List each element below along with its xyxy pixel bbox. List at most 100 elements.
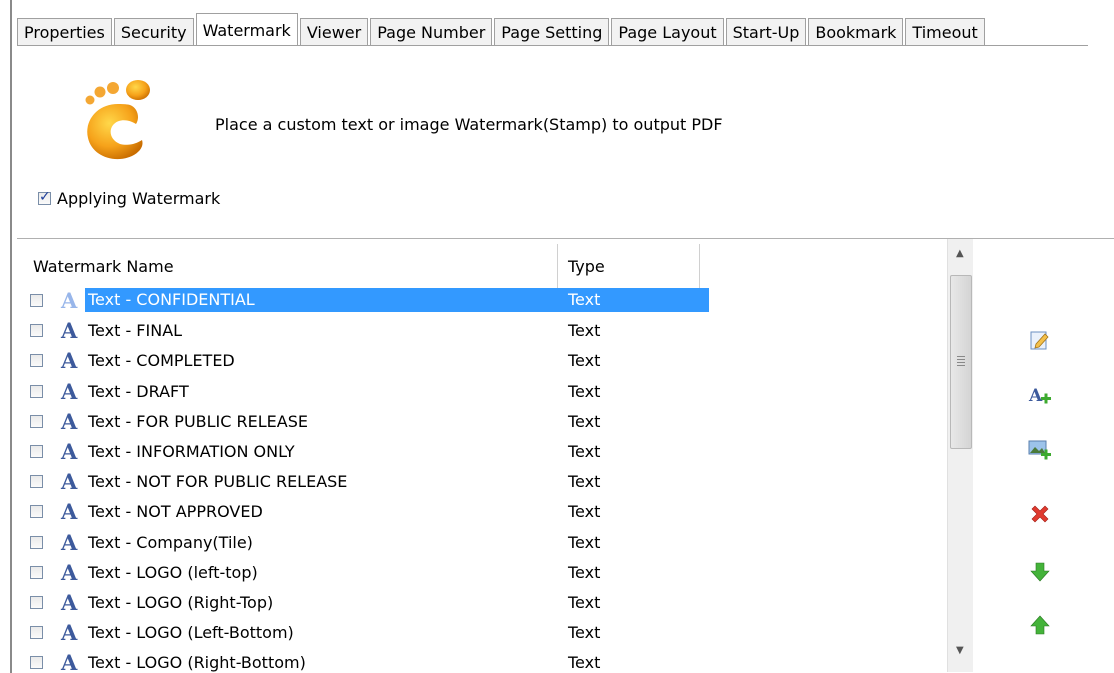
watermark-name: Text - LOGO (left-top): [88, 562, 258, 582]
window-left-border: [10, 0, 12, 673]
list-item[interactable]: A Text - LOGO (Right-Bottom) Text: [17, 648, 947, 673]
add-image-watermark-button[interactable]: [1028, 438, 1052, 462]
text-watermark-icon: A: [61, 590, 78, 615]
text-watermark-icon: A: [61, 288, 78, 313]
delete-watermark-button[interactable]: [1028, 503, 1052, 527]
applying-watermark-label: Applying Watermark: [57, 189, 221, 208]
row-checkbox[interactable]: [30, 565, 43, 579]
move-up-icon: [1030, 615, 1050, 635]
watermark-type: Text: [568, 502, 601, 522]
watermark-name: Text - FINAL: [88, 321, 183, 341]
list-item[interactable]: A Text - CONFIDENTIAL Text: [17, 286, 947, 316]
row-checkbox[interactable]: [30, 656, 43, 670]
watermark-name: Text - LOGO (Right-Top): [88, 593, 274, 612]
add-text-watermark-button[interactable]: A: [1028, 384, 1052, 408]
column-header-type[interactable]: Type: [568, 257, 605, 276]
tab-page-layout[interactable]: Page Layout: [611, 18, 724, 46]
row-checkbox[interactable]: [30, 294, 43, 307]
list-item[interactable]: A Text - LOGO (left-top) Text: [17, 558, 947, 588]
watermark-type: Text: [568, 411, 601, 431]
tab-properties[interactable]: Properties: [17, 18, 112, 46]
text-watermark-icon: A: [61, 499, 78, 525]
row-checkbox[interactable]: [30, 445, 43, 458]
tab-label: Security: [120, 23, 187, 42]
grip-icon: [957, 356, 965, 366]
tab-label: Viewer: [306, 23, 362, 42]
tab-label: Page Setting: [501, 23, 603, 42]
scroll-up-arrow-icon[interactable]: ▲: [956, 248, 964, 259]
tab-label: Start-Up: [732, 23, 800, 42]
add-image-icon: [1028, 440, 1051, 460]
text-watermark-icon: A: [61, 559, 78, 585]
scroll-thumb[interactable]: [950, 275, 972, 449]
text-watermark-icon: A: [61, 318, 78, 344]
tab-label: Watermark: [202, 20, 291, 40]
watermark-name: Text - DRAFT: [88, 381, 189, 401]
list-item[interactable]: A Text - FOR PUBLIC RELEASE Text: [17, 407, 947, 437]
column-header-name[interactable]: Watermark Name: [33, 257, 174, 276]
column-separator[interactable]: [557, 244, 558, 292]
row-checkbox[interactable]: [30, 626, 43, 640]
list-item[interactable]: A Text - Company(Tile) Text: [17, 528, 947, 558]
move-up-button[interactable]: [1028, 613, 1052, 637]
list-item[interactable]: A Text - LOGO (Right-Top) Text: [17, 588, 947, 618]
move-down-button[interactable]: [1028, 560, 1052, 584]
list-item[interactable]: A Text - DRAFT Text: [17, 377, 947, 407]
tab-label: Timeout: [912, 23, 978, 42]
tab-page-setting[interactable]: Page Setting: [494, 18, 610, 46]
list-scrollbar[interactable]: ▲ ▼: [947, 239, 973, 672]
watermark-type: Text: [557, 288, 709, 312]
watermark-name: Text - FOR PUBLIC RELEASE: [88, 411, 308, 431]
watermark-name: Text - COMPLETED: [88, 351, 235, 371]
text-watermark-icon: A: [61, 469, 78, 495]
column-separator[interactable]: [699, 244, 700, 292]
list-item[interactable]: A Text - NOT FOR PUBLIC RELEASE Text: [17, 467, 947, 497]
tab-bookmark[interactable]: Bookmark: [808, 18, 904, 46]
row-checkbox[interactable]: [30, 535, 43, 549]
add-text-icon: A: [1028, 386, 1051, 406]
tab-start-up[interactable]: Start-Up: [725, 18, 807, 46]
tab-baseline: [17, 45, 1088, 46]
list-item[interactable]: A Text - COMPLETED Text: [17, 346, 947, 376]
row-checkbox[interactable]: [30, 414, 43, 428]
row-checkbox[interactable]: [30, 475, 43, 489]
text-watermark-icon: A: [61, 620, 78, 646]
watermark-name: Text - LOGO (Right-Bottom): [88, 653, 306, 673]
row-checkbox[interactable]: [30, 384, 43, 398]
svg-text:A: A: [1028, 386, 1043, 406]
tab-label: Bookmark: [815, 23, 897, 42]
tab-security[interactable]: Security: [113, 18, 194, 46]
row-checkbox[interactable]: [30, 354, 43, 368]
tab-viewer[interactable]: Viewer: [299, 18, 369, 46]
tab-timeout[interactable]: Timeout: [905, 18, 985, 46]
watermark-name: Text - LOGO (Left-Bottom): [88, 623, 294, 643]
text-watermark-icon: A: [61, 650, 78, 673]
scroll-down-arrow-icon[interactable]: ▼: [956, 645, 964, 656]
text-watermark-icon: A: [61, 378, 78, 404]
watermark-name: Text - INFORMATION ONLY: [88, 442, 295, 461]
tab-watermark[interactable]: Watermark: [195, 13, 298, 46]
watermark-type: Text: [568, 562, 601, 582]
applying-watermark-checkbox[interactable]: Applying Watermark: [38, 189, 220, 208]
checkbox-icon[interactable]: [38, 189, 51, 205]
row-checkbox[interactable]: [30, 505, 43, 519]
tab-page-number[interactable]: Page Number: [370, 18, 493, 46]
row-checkbox[interactable]: [30, 596, 43, 609]
edit-watermark-button[interactable]: [1028, 328, 1052, 352]
watermark-list[interactable]: Watermark Name Type A Text - CONFIDENTIAL…: [17, 239, 947, 673]
watermark-type: Text: [568, 623, 601, 643]
list-item[interactable]: A Text - NOT APPROVED Text: [17, 497, 947, 527]
watermark-name: Text - NOT FOR PUBLIC RELEASE: [88, 472, 348, 492]
tab-bar: Properties Security Watermark Viewer Pag…: [17, 13, 987, 46]
text-watermark-icon: A: [61, 408, 78, 434]
watermark-type: Text: [568, 321, 601, 341]
text-watermark-icon: A: [61, 529, 78, 555]
list-item[interactable]: A Text - LOGO (Left-Bottom) Text: [17, 618, 947, 648]
list-item[interactable]: A Text - INFORMATION ONLY Text: [17, 437, 947, 467]
tab-label: Properties: [24, 23, 105, 42]
list-item[interactable]: A Text - FINAL Text: [17, 316, 947, 346]
edit-icon: [1030, 331, 1049, 350]
row-checkbox[interactable]: [30, 324, 43, 338]
app-logo-icon: [78, 78, 158, 164]
watermark-description: Place a custom text or image Watermark(S…: [215, 115, 723, 134]
